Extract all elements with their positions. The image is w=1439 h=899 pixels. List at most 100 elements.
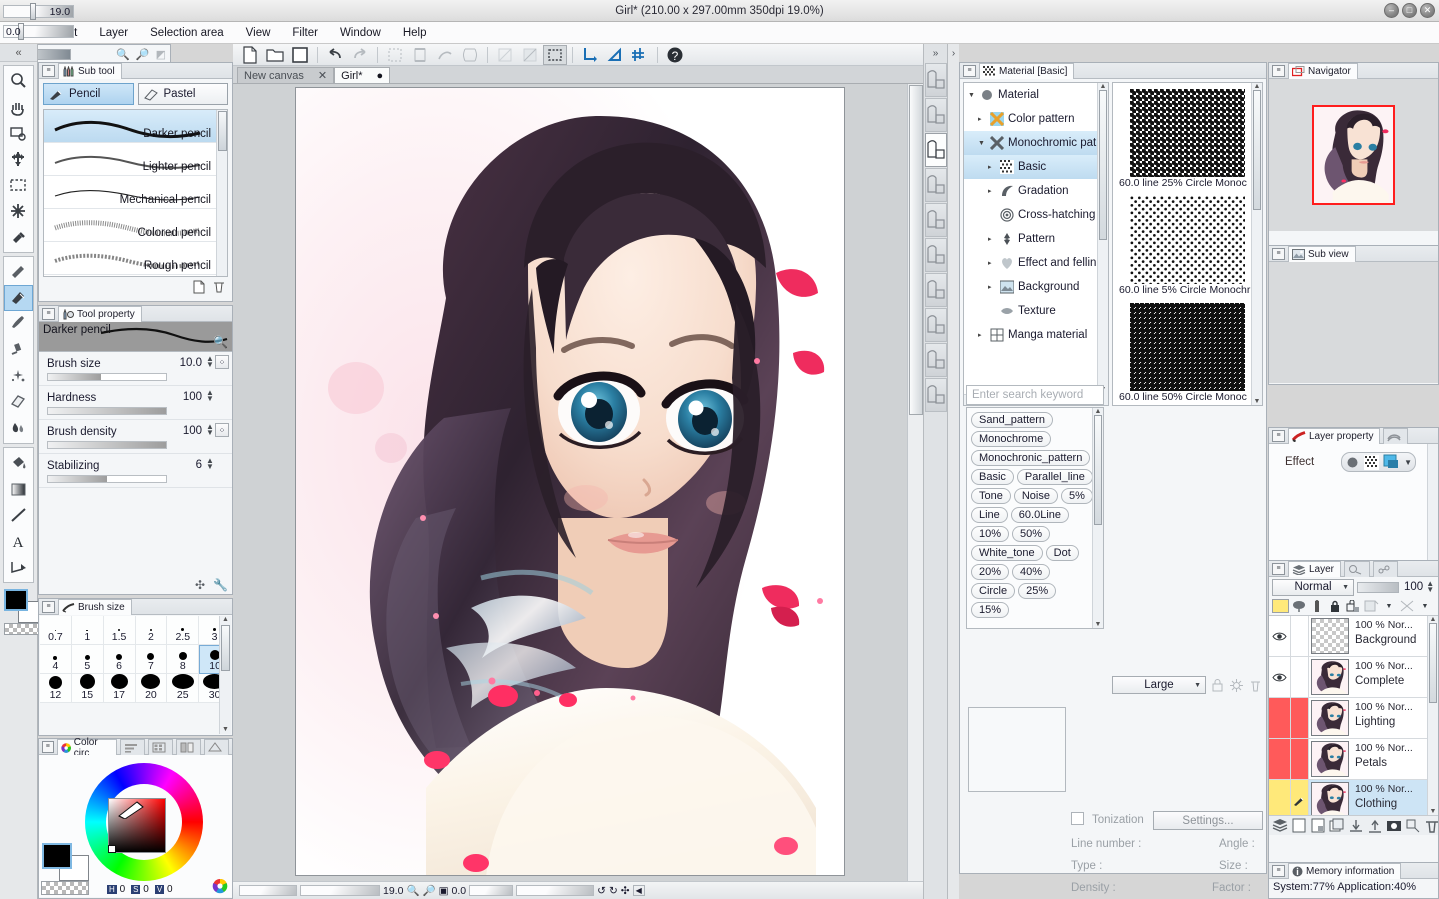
chevron-down-icon[interactable]: ▼	[1404, 458, 1412, 467]
tab-navigator[interactable]: Navigator	[1288, 63, 1358, 79]
layer-row[interactable]: 100 % Nor...Clothing	[1269, 780, 1438, 815]
special-ruler-icon[interactable]	[628, 45, 652, 65]
tab-color-slider[interactable]	[120, 739, 145, 755]
material-tag[interactable]: 15%	[971, 602, 1009, 618]
trash-icon[interactable]	[1248, 678, 1263, 693]
blend-tool[interactable]	[4, 415, 33, 441]
fit-screen-icon[interactable]: ▣	[439, 885, 449, 897]
rotate-tool[interactable]	[4, 120, 33, 146]
layer-list[interactable]: 100 % Nor...Background100 % Nor...Comple…	[1269, 615, 1438, 815]
main-color-box[interactable]	[42, 843, 72, 869]
manga-rail-icon[interactable]	[925, 203, 947, 237]
tool-detail-icon[interactable]: 🔍	[213, 335, 228, 349]
material-tag-pane[interactable]: Sand_patternMonochromeMonochronic_patter…	[966, 407, 1104, 629]
brush-size-cell[interactable]: 2	[136, 616, 168, 645]
brush-size-cell[interactable]: 12	[40, 674, 72, 703]
clear-icon[interactable]	[383, 45, 407, 65]
clip-icon[interactable]	[1345, 598, 1361, 614]
new-layer-mask-icon[interactable]	[1310, 818, 1326, 834]
document-tab-close-icon[interactable]: ✕	[318, 69, 327, 82]
tab-material[interactable]: Material [Basic]	[979, 63, 1074, 79]
delete-layer-icon[interactable]	[1424, 818, 1439, 834]
brush-size-cell[interactable]: 20	[136, 674, 168, 703]
color-mode-icon[interactable]	[212, 878, 228, 894]
zoom-out-icon[interactable]: 🔍	[406, 884, 419, 897]
material-search-input[interactable]: Enter search keyword	[966, 385, 1104, 405]
color-swatches[interactable]	[4, 589, 33, 635]
canvas-vertical-scrollbar[interactable]	[907, 84, 923, 881]
layer-thumbnail[interactable]	[1311, 659, 1349, 695]
tool-property-stabilizing[interactable]: Stabilizing6▲▼	[39, 454, 232, 488]
hsv-value[interactable]: 0	[120, 884, 126, 895]
maximize-button[interactable]: □	[1402, 3, 1417, 18]
tab-memory-information[interactable]: Memory information	[1288, 863, 1401, 879]
material-tag[interactable]: 10%	[971, 526, 1009, 542]
opacity-slider[interactable]	[1357, 582, 1399, 593]
artwork-canvas[interactable]	[295, 87, 845, 876]
auto-select-tool[interactable]	[4, 198, 33, 224]
operation-tool[interactable]	[4, 146, 33, 172]
material-tag[interactable]: Noise	[1014, 488, 1058, 504]
tree-expand-arrow[interactable]: ▸	[978, 115, 986, 123]
hsv-value[interactable]: 0	[167, 884, 173, 895]
chevron-down-icon[interactable]: ▼	[1381, 598, 1397, 614]
layer-color-swatch[interactable]	[1272, 599, 1289, 613]
zoom-in-icon[interactable]: 🔎	[136, 48, 150, 61]
tool-property-brush-size[interactable]: Brush size10.0▲▼⁘	[39, 352, 232, 386]
panel-menu-icon[interactable]: ≡	[1272, 248, 1285, 260]
sub-tool-mode-pencil[interactable]: Pencil	[43, 83, 134, 105]
ruler-icon[interactable]	[1399, 598, 1415, 614]
monochromic-rail-icon[interactable]	[925, 133, 947, 167]
layer-visibility-cell[interactable]	[1269, 698, 1291, 738]
panel-menu-icon[interactable]: ≡	[1272, 430, 1285, 442]
document-tab-new-canvas[interactable]: New canvas✕	[237, 67, 334, 83]
material-tag[interactable]: Sand_pattern	[971, 412, 1053, 428]
fill-selection-icon[interactable]	[408, 45, 432, 65]
pencil-tool[interactable]	[4, 285, 33, 311]
correct-line-tool[interactable]	[4, 554, 33, 580]
canvas-stage[interactable]	[233, 84, 907, 881]
zoom-out-icon[interactable]: 🔍	[116, 48, 130, 61]
tab-quick-access[interactable]	[1373, 561, 1398, 577]
property-stepper[interactable]: ▲▼	[206, 390, 216, 402]
undo-icon[interactable]	[323, 45, 347, 65]
tree-expand-arrow[interactable]: ▸	[988, 259, 996, 267]
tab-color-circle[interactable]: Color circ	[57, 739, 117, 755]
new-layer-icon[interactable]	[1291, 818, 1307, 834]
combine-down-icon[interactable]	[1367, 818, 1383, 834]
brush-size-cell[interactable]: 17	[104, 674, 136, 703]
lock-icon[interactable]	[1210, 678, 1225, 693]
material-swatch-image[interactable]	[1130, 196, 1245, 284]
layer-thumbnail[interactable]	[1311, 700, 1349, 736]
layer-property-vscroll[interactable]	[1427, 444, 1438, 561]
material-tag[interactable]: White_tone	[971, 545, 1043, 561]
save-icon[interactable]	[288, 45, 312, 65]
text-tool[interactable]: A	[4, 528, 33, 554]
tab-animation-cels[interactable]	[1383, 428, 1408, 444]
menu-item-window[interactable]: Window	[329, 24, 392, 42]
material-tree-item-cross-hatching[interactable]: Cross-hatching	[964, 203, 1108, 227]
material-tree-item-effect-and-fellin[interactable]: ▸Effect and fellin	[964, 251, 1108, 275]
material-tag[interactable]: Line	[971, 507, 1008, 523]
material-tag[interactable]: Tone	[971, 488, 1011, 504]
chevron-down-icon-2[interactable]: ▼	[1417, 598, 1433, 614]
layer-visibility-cell[interactable]	[1269, 739, 1291, 779]
document-tab-girl[interactable]: Girl*●	[334, 67, 390, 83]
layer-edit-cell[interactable]	[1291, 739, 1309, 779]
status-slider-4[interactable]	[516, 885, 594, 896]
material-tag[interactable]: 40%	[1012, 564, 1050, 580]
border-effect-icon[interactable]	[1345, 455, 1360, 470]
property-slider[interactable]	[47, 373, 167, 381]
property-option-button[interactable]: ⁘	[215, 423, 229, 437]
brush-size-cell[interactable]: 2.5	[167, 616, 199, 645]
tonization-row[interactable]: Tonization	[1071, 812, 1144, 826]
zoom-slider[interactable]: 19.0	[3, 5, 74, 18]
tree-expand-arrow[interactable]: ▸	[978, 331, 986, 339]
tab-layer-search[interactable]	[1344, 561, 1370, 577]
settings-button[interactable]: Settings...	[1153, 811, 1263, 830]
navigator-thumbnail[interactable]	[1312, 105, 1395, 205]
opacity-stepper[interactable]: ▲▼	[1426, 581, 1434, 593]
tab-layer-property[interactable]: Layer property	[1288, 428, 1380, 444]
layer-row[interactable]: 100 % Nor...Lighting	[1269, 698, 1438, 739]
select-marquee-icon[interactable]	[543, 45, 567, 65]
